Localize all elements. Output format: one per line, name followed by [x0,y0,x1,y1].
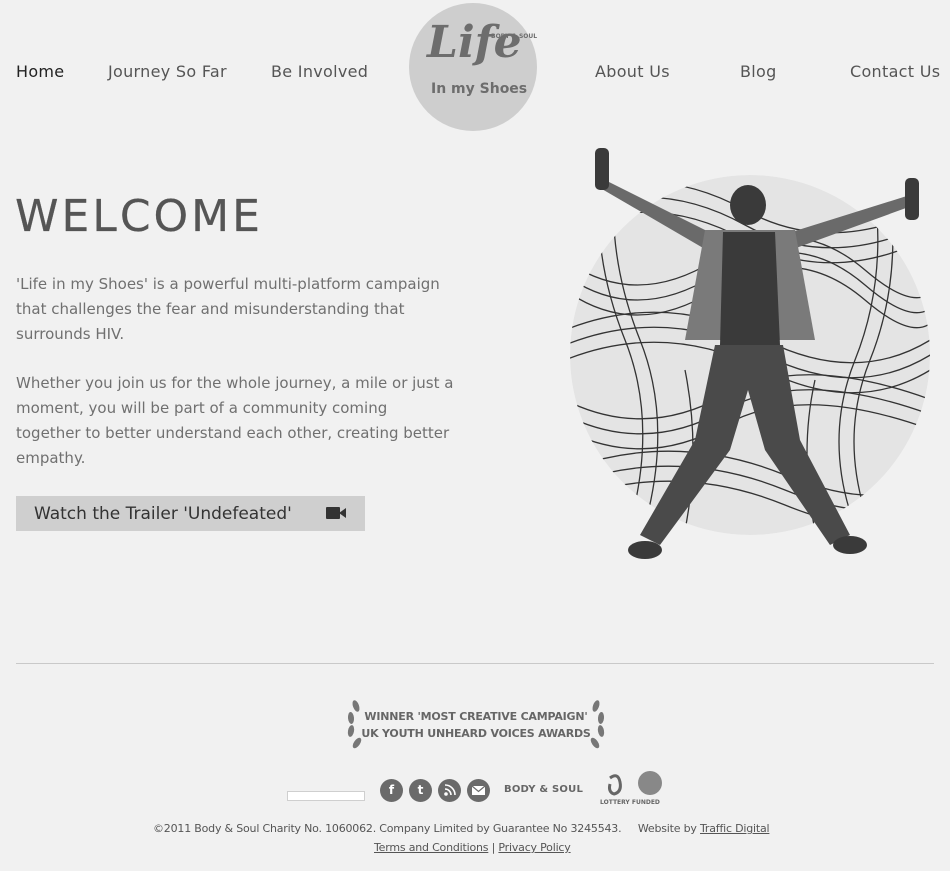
page-title: WELCOME [15,191,263,242]
lottery-funded-label: LOTTERY FUNDED [600,799,660,806]
video-camera-icon [326,507,346,519]
twitter-icon[interactable]: t [409,779,432,802]
award-badge: WINNER 'MOST CREATIVE CAMPAIGN' UK YOUTH… [342,696,610,756]
award-title: WINNER 'MOST CREATIVE CAMPAIGN' [364,710,588,723]
intro-paragraph: 'Life in my Shoes' is a powerful multi-p… [16,275,440,343]
hero-illustration [570,148,930,559]
logo-brand: BODY & SOUL [491,33,538,40]
footer-divider [16,663,934,664]
nav-item-about-us[interactable]: About Us [595,62,670,81]
nav-item-contact-us[interactable]: Contact Us [850,62,940,81]
legal-links: Terms and Conditions | Privacy Policy [374,841,571,854]
envelope-glyph [471,785,486,795]
logo-word: Life [427,17,522,68]
nav-item-home[interactable]: Home [16,62,64,81]
email-icon[interactable] [467,779,490,802]
laurel-wreath-icon [347,700,605,749]
watch-trailer-button[interactable]: Watch the Trailer 'Undefeated' [16,496,365,531]
footer-search-input[interactable] [287,791,365,801]
website-by-label: Website by [637,822,697,835]
site-logo[interactable]: Life BODY & SOUL In my Shoes [409,3,537,131]
award-subtitle: UK YOUTH UNHEARD VOICES AWARDS [361,727,591,740]
privacy-link[interactable]: Privacy Policy [498,841,570,854]
journey-paragraph: Whether you join us for the whole journe… [16,374,454,467]
terms-link[interactable]: Terms and Conditions [374,841,489,854]
traffic-digital-link[interactable]: Traffic Digital [700,822,770,835]
body-and-soul-logo[interactable]: BODY & SOUL [504,784,583,795]
nav-item-journey-so-far[interactable]: Journey So Far [108,62,227,81]
copyright-line: ©2011 Body & Soul Charity No. 1060062. C… [153,822,770,835]
logo-subtitle: In my Shoes [431,81,528,97]
copyright-text: ©2011 Body & Soul Charity No. 1060062. C… [153,822,622,835]
facebook-icon[interactable]: f [380,779,403,802]
nav-item-be-involved[interactable]: Be Involved [271,62,368,81]
rss-glyph [444,784,456,796]
nav-item-blog[interactable]: Blog [740,62,777,81]
watch-trailer-label: Watch the Trailer 'Undefeated' [34,503,292,524]
legal-separator: | [491,841,496,854]
rss-icon[interactable] [438,779,461,802]
